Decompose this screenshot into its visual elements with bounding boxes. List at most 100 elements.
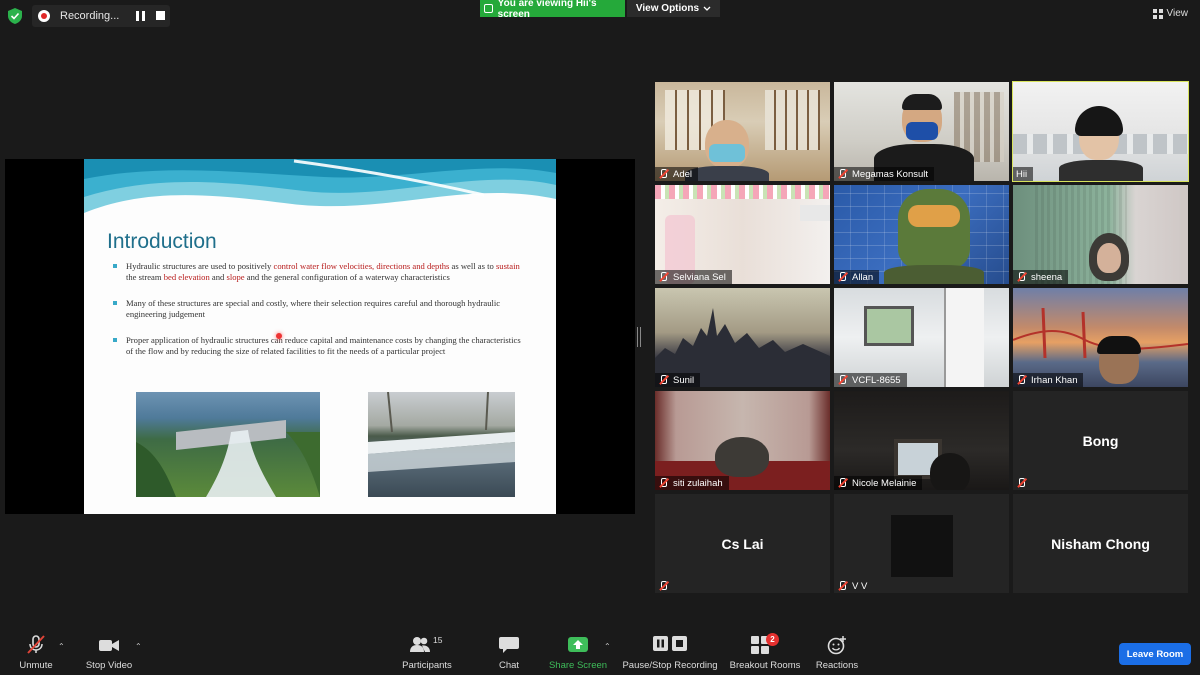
participant-tile[interactable]: Selviana Sel	[655, 185, 830, 284]
slide-title: Introduction	[107, 230, 217, 253]
breakout-rooms-icon: 2	[750, 633, 780, 655]
reactions-smiley-icon	[827, 636, 846, 655]
chevron-down-icon	[703, 6, 711, 11]
participant-name-tag: Nicole Melainie	[834, 476, 923, 490]
share-screen-icon	[568, 637, 588, 652]
mic-muted-icon	[837, 169, 847, 179]
participant-tile[interactable]: Nisham Chong	[1013, 494, 1188, 593]
participant-avatar	[891, 515, 953, 577]
participant-name-tag: Selviana Sel	[655, 270, 732, 284]
bullet-text: Hydraulic structures are used to positiv…	[126, 261, 274, 271]
participant-tile[interactable]: V V	[834, 494, 1009, 593]
share-screen-button[interactable]: Share Screen	[548, 628, 608, 675]
participant-name-tag: V V	[834, 579, 873, 593]
bullet-highlight: bed elevation	[163, 272, 210, 282]
pause-stop-recording-button[interactable]: Pause/Stop Recording	[622, 628, 718, 675]
mic-muted-icon	[837, 375, 847, 385]
participant-tile[interactable]: Allan	[834, 185, 1009, 284]
participant-tile[interactable]: Nicole Melainie	[834, 391, 1009, 490]
leave-room-button[interactable]: Leave Room	[1119, 643, 1191, 665]
participants-label: Participants	[402, 660, 452, 671]
view-options-label: View Options	[635, 3, 700, 14]
participant-name: Allan	[852, 271, 874, 283]
participant-name: Adel	[673, 168, 693, 180]
participant-tile-active-speaker[interactable]: Hii	[1012, 81, 1189, 182]
participant-name: siti zulaihah	[673, 477, 723, 489]
unmute-label: Unmute	[19, 660, 53, 671]
participant-name-tag: Sunil	[655, 373, 701, 387]
bullet-text: and the general configuration of a water…	[244, 272, 450, 282]
slide-header-wave	[84, 159, 556, 213]
recording-label: Recording...	[60, 10, 120, 22]
mic-muted-icon	[837, 478, 847, 488]
mic-muted-icon	[27, 635, 45, 654]
breakout-rooms-label: Breakout Rooms	[729, 660, 801, 671]
mic-muted-icon	[658, 478, 668, 488]
mic-muted-icon	[658, 272, 668, 282]
participant-tile[interactable]: Bong	[1013, 391, 1188, 490]
laser-pointer-icon	[276, 333, 282, 339]
mic-muted-icon	[1016, 478, 1026, 488]
participant-tile[interactable]: Megamas Konsult	[834, 82, 1009, 181]
view-options-button[interactable]: View Options	[627, 0, 720, 17]
mic-muted-icon	[658, 581, 668, 591]
participant-name: Sunil	[673, 374, 695, 386]
participants-count: 15	[433, 635, 443, 645]
audio-options-caret-icon[interactable]: ⌃	[58, 642, 65, 651]
mic-muted-icon	[1016, 375, 1026, 385]
mic-muted-icon	[658, 375, 668, 385]
bullet-highlight: slope	[226, 272, 245, 282]
slide-bullet-2: Many of these structures are special and…	[113, 298, 525, 320]
chat-bubble-icon	[499, 637, 519, 653]
participant-name: Hii	[1016, 168, 1028, 180]
participant-tile[interactable]: Adel	[655, 82, 830, 181]
stop-video-button[interactable]: Stop Video	[82, 628, 136, 675]
slide-bullet-1: Hydraulic structures are used to positiv…	[113, 261, 525, 283]
slide-bullet-3: Proper application of hydraulic structur…	[113, 335, 525, 357]
panel-resize-handle[interactable]	[637, 327, 641, 347]
view-button[interactable]: View	[1152, 8, 1189, 19]
participant-display-name: Bong	[1082, 432, 1119, 449]
view-label: View	[1166, 8, 1189, 19]
participant-tile[interactable]: Sunil	[655, 288, 830, 387]
participant-tile[interactable]: Cs Lai	[655, 494, 830, 593]
participant-display-name: Nisham Chong	[1051, 535, 1150, 552]
participant-video	[1013, 82, 1188, 181]
participant-name: Megamas Konsult	[852, 168, 929, 180]
grid-view-icon	[1152, 8, 1163, 19]
shared-screen[interactable]: Introduction Hydraulic structures are us…	[5, 159, 635, 514]
breakout-badge: 2	[766, 633, 779, 646]
video-camera-icon	[99, 640, 119, 651]
mic-muted-icon	[837, 272, 847, 282]
chat-button[interactable]: Chat	[492, 628, 526, 675]
share-options-caret-icon[interactable]: ⌃	[604, 642, 611, 651]
participant-name: sheena	[1031, 271, 1063, 283]
stop-icon[interactable]	[156, 11, 165, 20]
breakout-rooms-button[interactable]: 2 Breakout Rooms	[728, 628, 802, 675]
participant-name-tag: Adel	[655, 167, 699, 181]
unmute-button[interactable]: Unmute	[14, 628, 58, 675]
bullet-text: the stream	[126, 272, 164, 282]
weir-photo	[368, 392, 515, 497]
participant-tile[interactable]: sheena	[1013, 185, 1188, 284]
bullet-text: as well as to	[449, 261, 496, 271]
participant-tile[interactable]: Irhan Khan	[1013, 288, 1188, 387]
slide-bullets: Hydraulic structures are used to positiv…	[113, 261, 525, 372]
video-options-caret-icon[interactable]: ⌃	[135, 642, 142, 651]
participant-display-name: Cs Lai	[721, 535, 764, 552]
dam-photo	[136, 392, 320, 497]
viewing-screen-banner: You are viewing Hii's screen	[480, 0, 625, 20]
pause-icon[interactable]	[136, 11, 145, 21]
zoom-meeting-window: Recording... You are viewing Hii's scree…	[0, 0, 1200, 675]
pause-stop-recording-label: Pause/Stop Recording	[622, 660, 718, 671]
recording-dot-icon	[38, 10, 50, 22]
reactions-button[interactable]: Reactions	[814, 628, 860, 675]
bullet-highlight: sustain	[495, 261, 520, 271]
screen-share-icon	[484, 4, 493, 13]
participants-button[interactable]: 15 Participants	[398, 628, 456, 675]
participant-tile[interactable]: VCFL-8655	[834, 288, 1009, 387]
stop-video-label: Stop Video	[85, 660, 133, 671]
participant-tile[interactable]: siti zulaihah	[655, 391, 830, 490]
shield-check-icon[interactable]	[8, 8, 22, 24]
participant-name: VCFL-8655	[852, 374, 901, 386]
